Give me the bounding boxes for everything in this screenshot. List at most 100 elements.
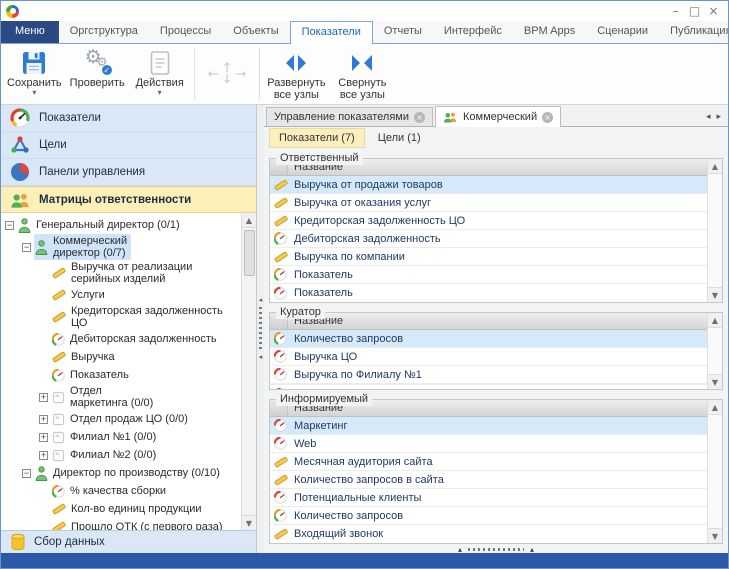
tree-item-content[interactable]: Директор по производству (0/10) [34, 465, 224, 482]
save-button[interactable]: Сохранить▾ [3, 46, 66, 102]
dropdown-arrow-icon[interactable]: ▾ [158, 90, 162, 96]
table-row[interactable]: Маркетинг [270, 417, 707, 435]
sidebar-item-indicators[interactable]: Показатели [1, 105, 256, 132]
tab-scroll-arrows[interactable]: ◂▸ [699, 112, 728, 126]
tree-item[interactable]: +Отдел маркетинга (0/0) [1, 384, 241, 410]
arrow-updown-icons[interactable]: ↑↓ [222, 63, 233, 85]
expand-node-icon[interactable]: + [39, 415, 48, 424]
expand-node-icon[interactable]: + [39, 451, 48, 460]
table-row[interactable]: Количество запросов [270, 330, 707, 348]
table-row[interactable]: Web [270, 435, 707, 453]
table-row[interactable]: Выручка от продажи товаров [270, 176, 707, 194]
tree-item[interactable]: Кол-во единиц продукции [1, 500, 241, 518]
scroll-up-icon[interactable]: ▲ [708, 400, 722, 415]
tree-item[interactable]: Выручка [1, 348, 241, 366]
table-row[interactable]: Выручка от оказания услуг [270, 194, 707, 212]
expand-node-icon[interactable]: + [39, 393, 48, 402]
table-row[interactable]: Показатель [270, 266, 707, 284]
tree-item-content[interactable]: % качества сборки [51, 484, 170, 499]
splitter-collapse-icon[interactable]: ◂ [259, 354, 263, 361]
close-button[interactable]: × [704, 2, 723, 20]
tree-item[interactable]: Выручка от реализации серийных изделий [1, 260, 241, 286]
actions-button[interactable]: Действия▾ [129, 46, 191, 102]
scroll-up-icon[interactable]: ▲ [242, 213, 256, 228]
direction-pad[interactable]: ←↑↓→ [198, 46, 257, 102]
table-scrollbar[interactable]: ▲▼ [707, 313, 722, 389]
table-row[interactable]: Выручка по Филиалу №1 [270, 366, 707, 384]
tree-item-content[interactable]: Дебиторская задолженность [51, 332, 221, 347]
table-row[interactable]: Кредиторская задолженность ЦО [270, 212, 707, 230]
splitter-handle[interactable] [259, 307, 262, 351]
ribbon-tab-objects[interactable]: Объекты [222, 21, 289, 43]
subtab-indicators-tab[interactable]: Показатели (7) [269, 128, 365, 148]
table-row[interactable] [270, 385, 707, 389]
tree-item[interactable]: +Филиал №1 (0/0) [1, 428, 241, 446]
tab-indicators-management[interactable]: Управление показателями× [266, 107, 433, 126]
table-row[interactable]: Количество запросов в сайта [270, 471, 707, 489]
collapse-node-icon[interactable]: − [5, 221, 14, 230]
table-scrollbar[interactable]: ▲▼ [707, 400, 722, 543]
sidebar-item-dashboards[interactable]: Панели управления [1, 159, 256, 186]
collapse-all-nodes-button[interactable]: Свернуть все узлы [329, 46, 395, 102]
tree-item-content[interactable]: Генеральный директор (0/1) [17, 217, 184, 234]
table-row[interactable]: Месячная аудитория сайта [270, 453, 707, 471]
tree-item-content[interactable]: Прошло ОТК (с первого раза) [51, 519, 227, 530]
ribbon-tab-bpm-apps[interactable]: BPM Apps [513, 21, 586, 43]
tab-next-icon[interactable]: ▸ [716, 112, 721, 122]
splitter-handle[interactable] [468, 548, 524, 551]
scroll-down-icon[interactable]: ▼ [242, 515, 256, 530]
tree-item[interactable]: −Директор по производству (0/10) [1, 464, 241, 482]
tree-item[interactable]: Прошло ОТК (с первого раза) [1, 518, 241, 530]
tree-item-content[interactable]: Филиал №1 (0/0) [51, 430, 160, 445]
tree-item[interactable]: −Генеральный директор (0/1) [1, 216, 241, 234]
arrow-right-icon[interactable]: → [236, 67, 247, 82]
collapse-node-icon[interactable]: − [22, 469, 31, 478]
ribbon-tab-menu[interactable]: Меню [1, 21, 59, 43]
tree-item[interactable]: Показатель [1, 366, 241, 384]
minimize-button[interactable]: – [666, 2, 685, 20]
expand-node-icon[interactable]: + [39, 433, 48, 442]
tree-item[interactable]: Услуги [1, 286, 241, 304]
collapse-node-icon[interactable]: − [22, 243, 31, 252]
tree-item[interactable]: +Отдел продаж ЦО (0/0) [1, 410, 241, 428]
tree-scrollbar[interactable]: ▲ ▼ [241, 213, 256, 530]
expand-all-nodes-button[interactable]: Развернуть все узлы [263, 46, 329, 102]
tree-item-content[interactable]: Коммерческий директор (0/7) [34, 234, 131, 260]
ribbon-tab-reports[interactable]: Отчеты [373, 21, 433, 43]
ribbon-tab-processes[interactable]: Процессы [149, 21, 222, 43]
sidebar-item-goals[interactable]: Цели [1, 132, 256, 159]
sidebar-item-responsibility-matrices[interactable]: Матрицы ответственности [1, 186, 256, 213]
table-row[interactable]: Выручка ЦО [270, 348, 707, 366]
tab-prev-icon[interactable]: ◂ [706, 112, 711, 122]
ribbon-tab-interface[interactable]: Интерфейс [433, 21, 513, 43]
table-row[interactable]: Потенциальные клиенты [270, 489, 707, 507]
tree-item-content[interactable]: Выручка от реализации серийных изделий [51, 260, 239, 286]
tab-close-icon[interactable]: × [414, 112, 425, 123]
table-scrollbar[interactable]: ▲▼ [707, 159, 722, 302]
ribbon-tab-scenarios[interactable]: Сценарии [586, 21, 659, 43]
panel-splitter[interactable]: ◂ ◂ [257, 105, 264, 553]
tree-item-content[interactable]: Кол-во единиц продукции [51, 501, 206, 517]
scroll-down-icon[interactable]: ▼ [708, 374, 722, 389]
table-row[interactable]: Дебиторская задолженность [270, 230, 707, 248]
subtab-goals-tab[interactable]: Цели (1) [369, 129, 430, 147]
splitter-collapse-icon[interactable]: ◂ [259, 297, 263, 304]
scrollbar-thumb[interactable] [244, 230, 255, 276]
sidebar-item-data-collection[interactable]: Сбор данных [1, 530, 256, 553]
tree-item-content[interactable]: Филиал №2 (0/0) [51, 448, 160, 463]
tree-item-content[interactable]: Выручка [51, 349, 119, 365]
tree-item-content[interactable]: Кредиторская задолженность ЦО [51, 304, 239, 330]
table-row[interactable]: Количество запросов [270, 507, 707, 525]
arrow-left-icon[interactable]: ← [208, 67, 219, 82]
table-row[interactable]: Выручка по компании [270, 248, 707, 266]
scroll-up-icon[interactable]: ▲ [708, 313, 722, 328]
tree-item[interactable]: Дебиторская задолженность [1, 330, 241, 348]
arrow-down-icon[interactable]: ↓ [222, 74, 233, 85]
tree-item-content[interactable]: Услуги [51, 287, 109, 303]
ribbon-tab-orgstructure[interactable]: Оргструктура [59, 21, 149, 43]
tab-commercial[interactable]: Коммерческий× [435, 106, 561, 127]
tree-item-content[interactable]: Отдел маркетинга (0/0) [51, 384, 157, 410]
scrollbar-track[interactable] [708, 174, 722, 287]
tree-item[interactable]: % качества сборки [1, 482, 241, 500]
tree-item[interactable]: +Филиал №2 (0/0) [1, 446, 241, 464]
